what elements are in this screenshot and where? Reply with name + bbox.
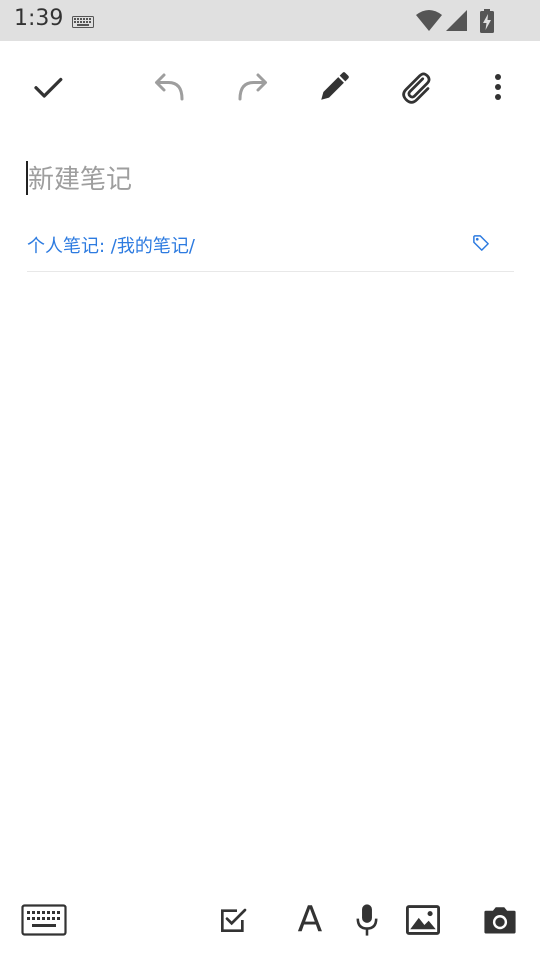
- keyboard-icon: [72, 13, 94, 32]
- mic-icon[interactable]: [354, 898, 380, 942]
- image-icon[interactable]: [406, 898, 440, 942]
- signal-icon: [446, 10, 468, 36]
- notebook-row[interactable]: 个人笔记: /我的笔记/: [27, 226, 514, 272]
- checkbox-icon[interactable]: [217, 898, 249, 942]
- bottom-format-bar: A: [0, 890, 540, 950]
- undo-icon[interactable]: [150, 67, 190, 107]
- pen-icon[interactable]: [314, 67, 354, 107]
- note-body[interactable]: [27, 282, 514, 872]
- check-icon[interactable]: [28, 67, 68, 107]
- editor-toolbar: [0, 41, 540, 137]
- note-title-placeholder: 新建笔记: [28, 165, 133, 195]
- status-time: 1:39: [14, 6, 64, 31]
- status-bar: 1:39: [0, 0, 540, 41]
- text-format-label: A: [297, 899, 323, 940]
- paperclip-icon[interactable]: [396, 67, 436, 107]
- note-title-field[interactable]: 新建笔记: [26, 155, 514, 199]
- more-vert-icon[interactable]: [478, 67, 518, 107]
- wifi-icon: [416, 10, 442, 36]
- note-editor-screen: 1:39 新建笔记 个人笔记: /我的笔记/ A: [0, 0, 540, 960]
- keyboard-icon[interactable]: [21, 898, 67, 942]
- tag-icon[interactable]: [472, 234, 496, 258]
- text-format-icon[interactable]: A: [294, 898, 326, 942]
- status-icons: [416, 9, 494, 37]
- camera-icon[interactable]: [483, 898, 517, 942]
- redo-icon[interactable]: [232, 67, 272, 107]
- notebook-path[interactable]: 个人笔记: /我的笔记/: [27, 232, 195, 258]
- battery-charging-icon: [480, 9, 494, 37]
